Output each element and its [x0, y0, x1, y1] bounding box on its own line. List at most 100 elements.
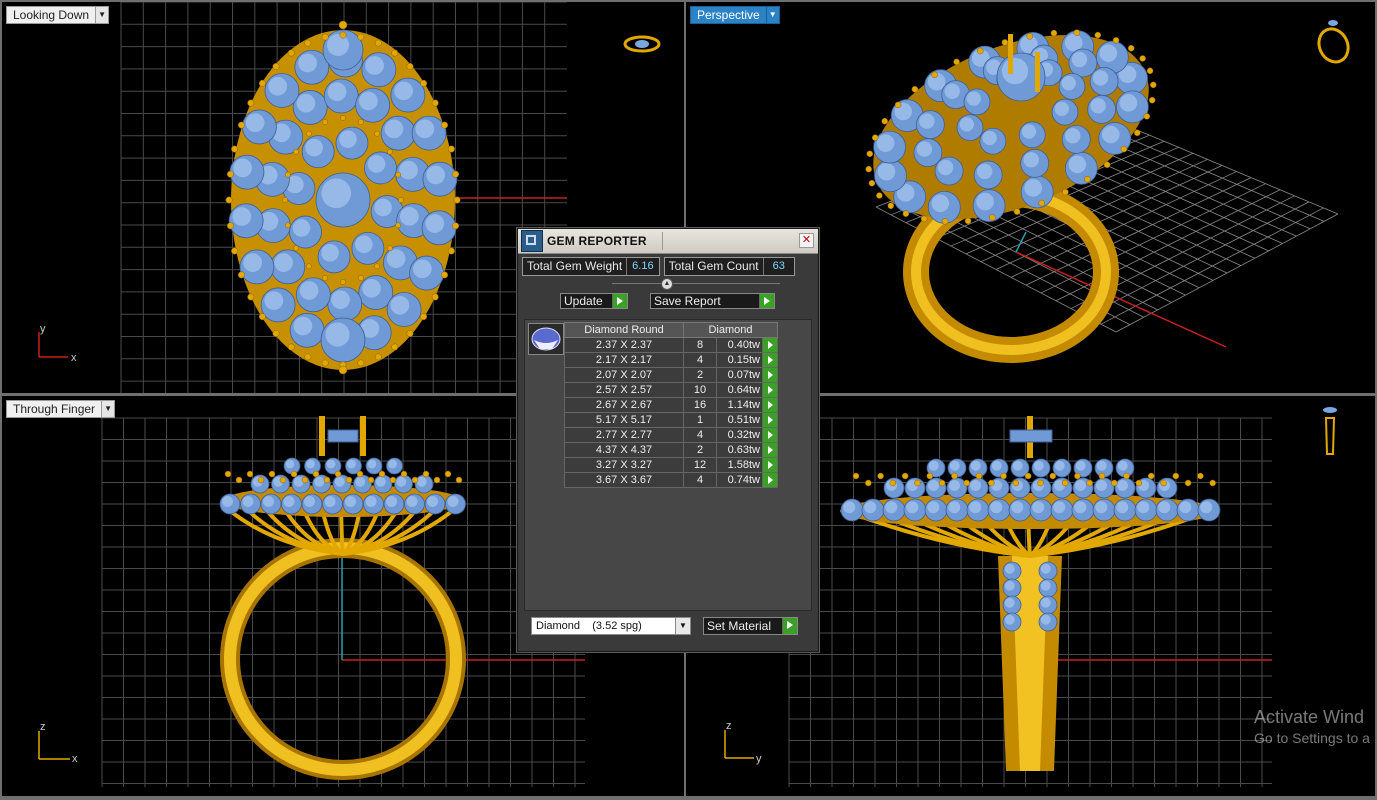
select-row-arrow-icon[interactable] [762, 367, 778, 383]
axis-gizmo: z x [38, 721, 78, 765]
select-row-arrow-icon[interactable] [762, 442, 778, 458]
set-material-button[interactable]: Set Material [703, 617, 798, 635]
gem-table-row[interactable]: 3.67 X 3.67 4 0.74tw [564, 472, 778, 488]
gem-table-row[interactable]: 5.17 X 5.17 1 0.51tw [564, 412, 778, 428]
axis-label-z: z [726, 720, 732, 732]
material-select[interactable]: Diamond (3.52 spg) ▼ [531, 617, 691, 635]
dialog-title: GEM REPORTER [547, 234, 647, 248]
total-gem-count: Total Gem Count 63 [663, 257, 795, 276]
gem-weight: 0.32tw [716, 427, 763, 443]
viewport-view-selector[interactable]: Perspective ▼ [690, 6, 780, 24]
gem-list-panel[interactable]: Diamond Round Diamond 2.37 X 2.37 8 0.40tw… [524, 319, 812, 611]
update-label: Update [564, 294, 603, 308]
gem-count: 4 [683, 352, 717, 368]
axis-gizmo: z y [724, 720, 762, 765]
windows-activation-watermark: Activate Wind Go to Settings to a [1254, 707, 1370, 746]
gem-weight: 0.15tw [716, 352, 763, 368]
total-count-label: Total Gem Count [665, 258, 764, 275]
chevron-down-icon[interactable]: ▼ [766, 6, 780, 24]
ring-top-view [225, 20, 461, 375]
gem-weight: 0.40tw [716, 337, 763, 353]
round-diamond-icon [528, 323, 564, 355]
gem-table-row[interactable]: 2.17 X 2.17 4 0.15tw [564, 352, 778, 368]
app-icon [521, 230, 543, 252]
ring-head-front [219, 416, 466, 556]
gem-count: 10 [683, 382, 717, 398]
gem-weight: 0.63tw [716, 442, 763, 458]
play-arrow-icon [782, 618, 797, 634]
gem-weight: 0.74tw [716, 472, 763, 488]
gem-count: 16 [683, 397, 717, 413]
gem-table-row[interactable]: 2.37 X 2.37 8 0.40tw [564, 337, 778, 353]
axis-label-x: x [72, 753, 78, 765]
select-row-arrow-icon[interactable] [762, 352, 778, 368]
total-gem-weight: Total Gem Weight 6.16 [522, 257, 660, 276]
title-divider [662, 232, 663, 250]
play-arrow-icon [612, 294, 627, 308]
ring-thumbnail-icon [1317, 20, 1350, 64]
gem-size: 4.37 X 4.37 [564, 442, 684, 458]
play-arrow-icon [759, 294, 774, 308]
gem-table-row[interactable]: 4.37 X 4.37 2 0.63tw [564, 442, 778, 458]
viewport-label[interactable]: Looking Down [6, 6, 97, 24]
ring-shank [220, 538, 466, 780]
viewport-label[interactable]: Through Finger [6, 400, 103, 418]
chevron-down-icon[interactable]: ▼ [675, 618, 690, 634]
gem-size: 2.17 X 2.17 [564, 352, 684, 368]
gem-count: 2 [683, 442, 717, 458]
splitter-handle[interactable]: ▲ [661, 278, 673, 290]
select-row-arrow-icon[interactable] [762, 397, 778, 413]
gem-count: 12 [683, 457, 717, 473]
select-row-arrow-icon[interactable] [762, 337, 778, 353]
gem-size: 2.67 X 2.67 [564, 397, 684, 413]
gem-size: 2.57 X 2.57 [564, 382, 684, 398]
column-header-shape: Diamond Round [564, 322, 684, 338]
save-report-button[interactable]: Save Report [650, 293, 775, 309]
gem-size: 2.77 X 2.77 [564, 427, 684, 443]
gem-reporter-dialog[interactable]: GEM REPORTER ✕ Total Gem Weight 6.16 Tot… [517, 228, 819, 652]
viewport-view-selector[interactable]: Looking Down ▼ [6, 6, 110, 24]
gem-weight: 1.14tw [716, 397, 763, 413]
watermark-line1: Activate Wind [1254, 707, 1365, 727]
gem-count: 4 [683, 472, 717, 488]
gem-count: 1 [683, 412, 717, 428]
totals-row: Total Gem Weight 6.16 Total Gem Count 63 [522, 257, 795, 276]
ring-thumbnail-icon [623, 35, 661, 53]
total-count-value: 63 [772, 260, 785, 272]
update-button[interactable]: Update [560, 293, 628, 309]
gem-size: 3.67 X 3.67 [564, 472, 684, 488]
gem-table: Diamond Round Diamond 2.37 X 2.37 8 0.40tw… [564, 322, 778, 488]
watermark-line2: Go to Settings to a [1254, 730, 1370, 746]
select-row-arrow-icon[interactable] [762, 427, 778, 443]
gem-table-row[interactable]: 2.57 X 2.57 10 0.64tw [564, 382, 778, 398]
gem-weight: 0.51tw [716, 412, 763, 428]
dialog-titlebar[interactable]: GEM REPORTER ✕ [518, 229, 818, 254]
material-select-value: Diamond (3.52 spg) [536, 620, 642, 632]
gem-count: 4 [683, 427, 717, 443]
axis-label-z: z [40, 721, 46, 733]
select-row-arrow-icon[interactable] [762, 457, 778, 473]
close-icon[interactable]: ✕ [799, 233, 814, 248]
viewport-label[interactable]: Perspective [690, 6, 767, 24]
axis-label-y: y [756, 753, 762, 765]
select-row-arrow-icon[interactable] [762, 472, 778, 488]
select-row-arrow-icon[interactable] [762, 382, 778, 398]
gem-count: 8 [683, 337, 717, 353]
gem-table-row[interactable]: 2.77 X 2.77 4 0.32tw [564, 427, 778, 443]
gem-size: 3.27 X 3.27 [564, 457, 684, 473]
gem-size: 2.07 X 2.07 [564, 367, 684, 383]
column-header-material: Diamond [683, 322, 778, 338]
axis-label-y: y [40, 323, 46, 335]
chevron-down-icon[interactable]: ▼ [96, 6, 110, 24]
viewport-view-selector[interactable]: Through Finger ▼ [6, 400, 116, 418]
save-report-label: Save Report [654, 294, 721, 308]
gem-weight: 0.07tw [716, 367, 763, 383]
gem-table-row[interactable]: 3.27 X 3.27 12 1.58tw [564, 457, 778, 473]
gem-table-row[interactable]: 2.07 X 2.07 2 0.07tw [564, 367, 778, 383]
set-material-label: Set Material [707, 619, 772, 633]
gem-count: 2 [683, 367, 717, 383]
gem-table-row[interactable]: 2.67 X 2.67 16 1.14tw [564, 397, 778, 413]
select-row-arrow-icon[interactable] [762, 412, 778, 428]
chevron-down-icon[interactable]: ▼ [102, 400, 116, 418]
gem-weight: 0.64tw [716, 382, 763, 398]
